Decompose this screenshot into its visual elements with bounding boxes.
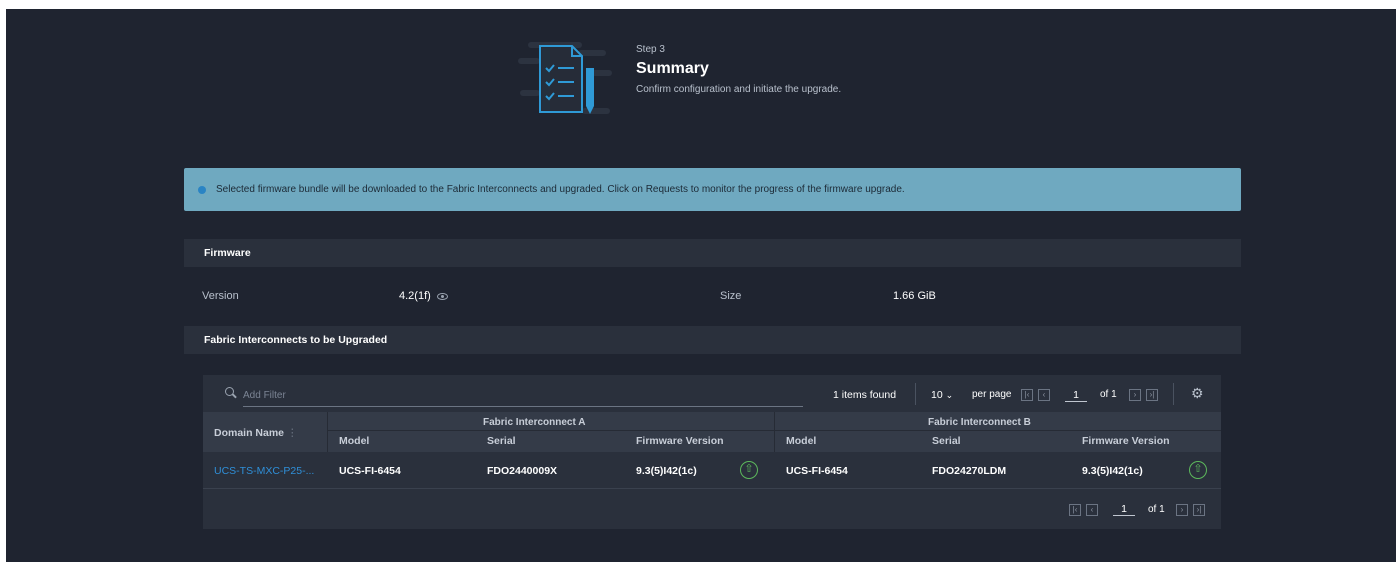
upgrade-arrow-icon: ⇧ xyxy=(740,461,758,479)
prev-page-icon[interactable]: ‹ xyxy=(1038,389,1050,401)
prev-page-icon[interactable]: ‹ xyxy=(1086,504,1098,516)
column-header-a-firmware[interactable]: Firmware Version xyxy=(636,435,724,447)
fi-section-header: Fabric Interconnects to be Upgraded xyxy=(184,326,1241,354)
checklist-document-icon xyxy=(518,42,612,114)
info-banner: Selected firmware bundle will be downloa… xyxy=(184,168,1241,211)
table-toolbar: 1 items found 10 ⌄ per page |‹ ‹ 1 of 1 … xyxy=(203,375,1221,411)
column-header-label: Domain Name xyxy=(214,427,285,439)
step-description: Confirm configuration and initiate the u… xyxy=(636,84,842,95)
page-number-input[interactable]: 1 xyxy=(1065,389,1087,402)
step-label: Step 3 xyxy=(636,44,665,55)
column-header-domain-name[interactable]: Domain Name ⋮ xyxy=(214,427,297,439)
group-header-fi-a: Fabric Interconnect A xyxy=(483,417,586,428)
upgrade-arrow-icon: ⇧ xyxy=(1189,461,1207,479)
column-header-b-firmware[interactable]: Firmware Version xyxy=(1082,435,1170,447)
column-header-a-serial[interactable]: Serial xyxy=(487,435,516,447)
a-serial-cell: FDO2440009X xyxy=(487,465,558,477)
chevron-down-icon: ⌄ xyxy=(945,390,954,400)
size-value: 1.66 GiB xyxy=(893,290,936,302)
group-divider xyxy=(774,430,1221,431)
page-of-label: of 1 xyxy=(1148,504,1165,515)
column-header-b-model[interactable]: Model xyxy=(786,435,816,447)
group-divider xyxy=(327,430,774,431)
items-found-count: 1 items found xyxy=(833,389,897,401)
page-of-label: of 1 xyxy=(1100,389,1117,400)
domain-name-link[interactable]: UCS-TS-MXC-P25-... xyxy=(214,465,314,477)
next-page-icon[interactable]: › xyxy=(1176,504,1188,516)
filter-input[interactable] xyxy=(243,385,803,407)
page-number-input[interactable]: 1 xyxy=(1113,503,1135,516)
first-page-icon[interactable]: |‹ xyxy=(1069,504,1081,516)
b-model-cell: UCS-FI-6454 xyxy=(786,465,848,477)
info-banner-text: Selected firmware bundle will be downloa… xyxy=(216,184,905,195)
version-value-group: 4.2(1f) xyxy=(399,290,448,302)
toolbar-divider xyxy=(915,383,916,405)
first-page-icon[interactable]: |‹ xyxy=(1021,389,1033,401)
group-header-fi-b: Fabric Interconnect B xyxy=(928,417,1031,428)
info-dot-icon xyxy=(198,185,206,194)
per-page-label: per page xyxy=(972,389,1012,400)
page-title: Summary xyxy=(636,60,709,77)
column-divider xyxy=(774,412,775,452)
toolbar-divider xyxy=(1173,383,1174,405)
size-label: Size xyxy=(720,290,742,302)
last-page-icon[interactable]: ›| xyxy=(1193,504,1205,516)
next-page-icon[interactable]: › xyxy=(1129,389,1141,401)
per-page-value: 10 xyxy=(931,389,943,401)
search-icon xyxy=(225,387,234,396)
table-row: UCS-TS-MXC-P25-... UCS-FI-6454 FDO244000… xyxy=(203,453,1221,489)
a-firmware-cell: 9.3(5)I42(1c) xyxy=(636,465,697,477)
sort-icon[interactable]: ⋮ xyxy=(287,427,298,439)
fi-table: 1 items found 10 ⌄ per page |‹ ‹ 1 of 1 … xyxy=(203,375,1221,529)
column-header-a-model[interactable]: Model xyxy=(339,435,369,447)
gear-icon[interactable]: ⚙ xyxy=(1191,385,1204,402)
last-page-icon[interactable]: ›| xyxy=(1146,389,1158,401)
version-label: Version xyxy=(202,290,239,302)
firmware-section-header: Firmware xyxy=(184,239,1241,267)
a-model-cell: UCS-FI-6454 xyxy=(339,465,401,477)
column-divider xyxy=(327,412,328,452)
eye-icon[interactable] xyxy=(436,292,448,300)
version-value: 4.2(1f) xyxy=(399,290,431,302)
b-firmware-cell: 9.3(5)I42(1c) xyxy=(1082,465,1143,477)
b-serial-cell: FDO24270LDM xyxy=(932,465,1007,477)
column-header-b-serial[interactable]: Serial xyxy=(932,435,961,447)
per-page-select[interactable]: 10 ⌄ xyxy=(931,389,953,401)
step-header: Step 3 Summary Confirm configuration and… xyxy=(636,44,841,95)
